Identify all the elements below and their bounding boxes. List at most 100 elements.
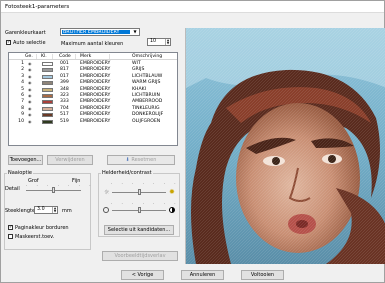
page-color-label: Paginakleur borduren [15,225,69,231]
color-swatch [42,100,53,105]
portrait-image [186,28,385,264]
brightness-ticks: · · · · · · · [111,181,180,186]
eye-icon[interactable]: ◉ [28,112,32,118]
palette-selected: BROTHER EMBROIDERY [62,30,130,34]
reset-label: Resetmen [131,157,157,163]
col-header-brand[interactable]: Merk [80,54,110,59]
row-brand: EMBROIDERY [80,73,111,79]
color-swatch [42,106,53,111]
stitch-length-spinner[interactable]: 3.0 ▲ ▼ [34,206,58,214]
finish-button[interactable]: Voltooien [241,270,284,280]
max-colors-spinner[interactable]: 10 ▲ ▼ [147,38,171,46]
col-header-number[interactable]: Ge. [25,54,37,59]
col-header-description[interactable]: Omschrijving [132,54,172,59]
contrast-icon [169,207,175,213]
row-brand: EMBROIDERY [80,112,111,118]
color-swatch [42,62,53,66]
stitch-group-title: Naaioptie [7,170,33,176]
preview-button[interactable]: Voorbeeldtijdsverlav [102,251,178,261]
row-description: GRIJS [132,67,145,73]
table-row[interactable]: 2 ◉ 817 EMBROIDERY GRIJS [9,67,177,73]
color-swatch [42,113,53,118]
photo-preview[interactable] [185,28,385,264]
row-number: 8 [21,105,24,111]
brightness-slider-thumb[interactable] [137,189,141,195]
eye-icon[interactable]: ◉ [28,119,32,125]
color-swatch [42,81,53,86]
stitch-length-value: 3.0 [37,207,45,212]
table-row[interactable]: 3 ◉ 017 EMBROIDERY LICHTBLAUW [9,74,177,80]
max-colors-label: Maximum aantal kleuren [61,41,124,47]
row-description: DONKEROLIJF [132,112,164,118]
stitch-length-unit: mm [62,208,72,214]
contrast-low-icon [103,207,109,213]
col-header-code[interactable]: Code [59,54,76,59]
row-code: 348 [60,86,69,92]
palette-combobox[interactable]: BROTHER EMBROIDERY ▼ [60,28,140,36]
eye-icon[interactable]: ◉ [28,87,32,93]
stitch-length-label: Steeklengte [5,208,36,214]
color-table[interactable]: Ge. Kl. Code Merk Omschrijving 1 ◉ 001 EMBR… [8,52,178,146]
color-swatch [42,68,53,73]
page-color-checkbox[interactable]: ✓ [8,225,13,230]
reset-button[interactable]: ⬇ Resetmen [107,155,175,165]
color-swatch [42,74,53,79]
select-candidates-button[interactable]: Selectie uit kandidaten... [104,225,174,235]
mask-checkbox[interactable] [8,234,13,239]
row-number: 4 [21,80,24,86]
row-number: 10 [18,118,24,124]
row-description: TINKLEURIG [132,105,160,111]
eye-icon[interactable]: ◉ [28,99,32,105]
contrast-slider-thumb[interactable] [137,207,141,213]
table-row[interactable]: 9 ◉ 517 EMBROIDERY DONKEROLIJF [9,112,177,118]
color-swatch [42,119,53,124]
row-description: WARM GRIJS [132,80,161,86]
detail-slider-thumb[interactable] [52,187,55,193]
auto-select-checkbox[interactable]: ✓ [6,40,11,45]
palette-label: Garenkleurkaart [5,30,46,36]
spinner-arrows-icon[interactable]: ▲ ▼ [52,207,57,213]
contrast-ticks: · · · · · · · [111,201,180,206]
chevron-down-icon[interactable]: ▼ [131,29,139,35]
color-swatch [42,94,53,98]
row-brand: EMBROIDERY [80,99,111,105]
row-description: KHAKI [132,86,146,92]
table-row[interactable]: 8 ◉ 704 EMBROIDERY TINKLEURIG [9,106,177,112]
table-row[interactable]: 4 ◉ 399 EMBROIDERY WARM GRIJS [9,80,177,86]
row-code: 519 [60,118,69,124]
row-number: 5 [21,86,24,92]
row-brand: EMBROIDERY [80,118,111,124]
row-code: 399 [60,80,69,86]
remove-button[interactable]: Verwijderen [47,155,93,165]
eye-icon[interactable]: ◉ [28,74,32,80]
eye-icon[interactable]: ◉ [28,61,32,67]
row-number: 7 [21,99,24,105]
table-row[interactable]: 7 ◉ 333 EMBROIDERY AMBERROOD [9,99,177,105]
table-row[interactable]: 5 ◉ 348 EMBROIDERY KHAKI [9,87,177,93]
eye-icon[interactable]: ◉ [28,106,32,112]
row-brand: EMBROIDERY [80,105,111,111]
eye-icon[interactable]: ◉ [28,67,32,73]
auto-select-label: Auto selectie [13,40,46,46]
row-code: 817 [60,67,69,73]
eye-icon[interactable]: ◉ [28,93,32,99]
row-code: 517 [60,112,69,118]
row-brand: EMBROIDERY [80,80,111,86]
window-title: Fotosteek1-parameters [5,4,70,10]
table-row[interactable]: 10 ◉ 519 EMBROIDERY OLIJFGROEN [9,119,177,125]
row-brand: EMBROIDERY [80,67,111,73]
mask-label: Maskeerst.toev. [15,234,55,240]
row-description: OLIJFGROEN [132,118,161,124]
col-header-color[interactable]: Kl. [41,54,53,59]
back-button[interactable]: < Vorige [121,270,164,280]
sun-icon-dim: ☼ [104,189,110,196]
add-button[interactable]: Toevoegen... [8,155,43,165]
row-description: AMBERROOD [132,99,163,105]
title-bar: Fotosteek1-parameters [1,1,384,13]
eye-icon[interactable]: ◉ [28,80,32,86]
row-number: 9 [21,112,24,118]
detail-ticks: · · · · · · · [26,183,95,188]
cancel-button[interactable]: Annuleren [181,270,224,280]
spinner-arrows-icon[interactable]: ▲ ▼ [165,39,170,45]
brightness-group-title: Helderheid/contrast [101,170,153,176]
